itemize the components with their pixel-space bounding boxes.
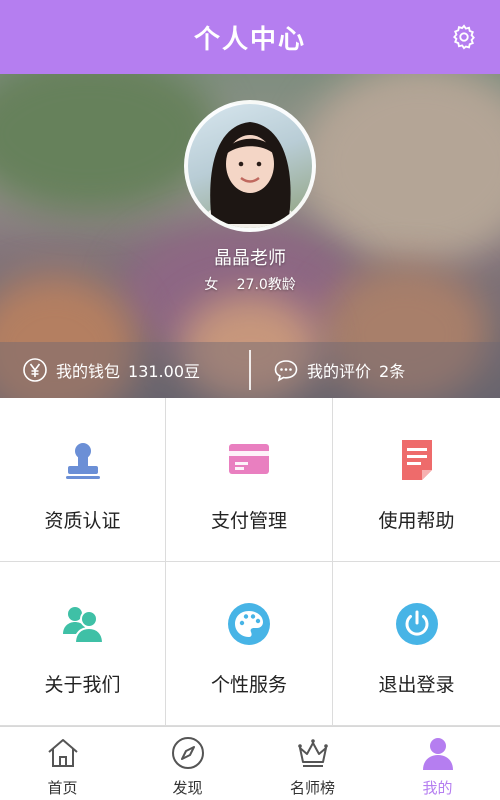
menu-label: 退出登录 xyxy=(378,674,455,696)
crown-icon xyxy=(297,739,328,767)
menu-item-payment[interactable]: 支付管理 xyxy=(166,398,333,562)
tab-discover[interactable]: 发现 xyxy=(125,727,250,800)
profile-banner: 晶晶老师 女 27.0教龄 我的钱包 131.00豆 我的评价 2条 xyxy=(0,74,500,398)
stamp-icon xyxy=(61,438,105,482)
page-title: 个人中心 xyxy=(193,24,306,55)
menu-label: 支付管理 xyxy=(210,510,287,532)
stats-bar: 我的钱包 131.00豆 我的评价 2条 xyxy=(0,342,500,398)
card-icon xyxy=(227,438,271,482)
menu-label: 个性服务 xyxy=(210,674,287,696)
compass-icon xyxy=(171,737,204,769)
gear-icon xyxy=(453,24,475,50)
user-teaching-years: 27.0教龄 xyxy=(236,277,296,293)
menu-item-about[interactable]: 关于我们 xyxy=(0,562,166,726)
menu-item-qualification[interactable]: 资质认证 xyxy=(0,398,166,562)
tab-label: 首页 xyxy=(47,779,78,797)
chat-icon xyxy=(274,360,298,382)
power-icon xyxy=(395,602,439,646)
tab-teacher-ranking[interactable]: 名师榜 xyxy=(250,727,375,800)
app-header: 个人中心 xyxy=(0,0,500,74)
menu-grid: 资质认证 支付管理 使用帮助 关于我们 个性服务 退出登录 xyxy=(0,398,500,726)
reviews-stat[interactable]: 我的评价 2条 xyxy=(251,357,500,383)
tab-home[interactable]: 首页 xyxy=(0,727,125,800)
home-icon xyxy=(47,739,78,767)
wallet-label: 我的钱包 xyxy=(56,362,121,381)
user-gender: 女 xyxy=(204,277,219,293)
reviews-value: 2条 xyxy=(379,362,406,381)
tab-label: 我的 xyxy=(422,779,453,797)
menu-item-help[interactable]: 使用帮助 xyxy=(333,398,500,562)
settings-button[interactable] xyxy=(448,21,480,53)
user-name: 晶晶老师 xyxy=(214,248,286,269)
menu-label: 资质认证 xyxy=(44,510,121,532)
menu-item-logout[interactable]: 退出登录 xyxy=(333,562,500,726)
yen-icon xyxy=(23,358,47,382)
users-icon xyxy=(61,602,105,646)
bottom-nav: 首页 发现 名师榜 我的 xyxy=(0,726,500,800)
menu-item-personal-service[interactable]: 个性服务 xyxy=(166,562,333,726)
document-icon xyxy=(395,438,439,482)
menu-label: 使用帮助 xyxy=(378,510,455,532)
menu-label: 关于我们 xyxy=(44,674,121,696)
avatar[interactable] xyxy=(184,100,316,232)
user-icon xyxy=(422,738,453,770)
palette-icon xyxy=(227,602,271,646)
wallet-stat[interactable]: 我的钱包 131.00豆 xyxy=(0,357,249,383)
tab-mine[interactable]: 我的 xyxy=(375,727,500,800)
reviews-label: 我的评价 xyxy=(307,362,372,381)
wallet-value: 131.00豆 xyxy=(128,362,201,381)
tab-label: 名师榜 xyxy=(289,779,335,797)
tab-label: 发现 xyxy=(172,779,203,797)
user-info: 女 27.0教龄 xyxy=(0,274,500,294)
